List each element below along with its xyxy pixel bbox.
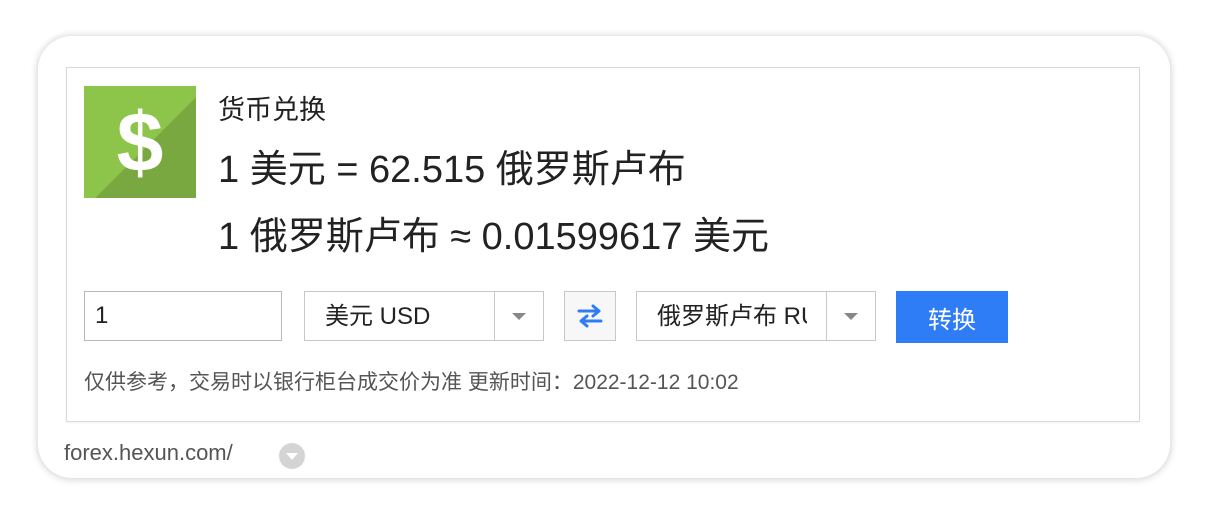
convert-button[interactable]: 转换	[896, 291, 1008, 343]
logo-symbol: $	[116, 95, 164, 189]
chevron-down-circle-icon[interactable]	[279, 443, 305, 469]
widget-title: 货币兑换	[218, 95, 326, 125]
chevron-down-icon[interactable]	[826, 292, 875, 340]
chevron-down-icon[interactable]	[494, 292, 543, 340]
from-currency-select[interactable]: 美元 USD	[304, 291, 544, 341]
to-currency-value: 俄罗斯卢布 RUB	[657, 303, 807, 330]
from-currency-value: 美元 USD	[325, 303, 431, 330]
source-url-link[interactable]: forex.hexun.com/	[64, 438, 233, 468]
rate-usd-to-rub: 1 美元 = 62.515 俄罗斯卢布	[218, 149, 686, 191]
to-currency-select[interactable]: 俄罗斯卢布 RUB	[636, 291, 876, 341]
amount-input[interactable]	[84, 291, 282, 341]
swap-arrows-glyph	[577, 304, 603, 328]
rate-rub-to-usd: 1 俄罗斯卢布 ≈ 0.01599617 美元	[218, 216, 769, 258]
swap-arrows-icon[interactable]	[564, 291, 616, 341]
disclaimer-text: 仅供参考，交易时以银行柜台成交价为准 更新时间：2022-12-12 10:02	[84, 371, 739, 394]
dollar-sign-icon: $	[84, 86, 196, 198]
